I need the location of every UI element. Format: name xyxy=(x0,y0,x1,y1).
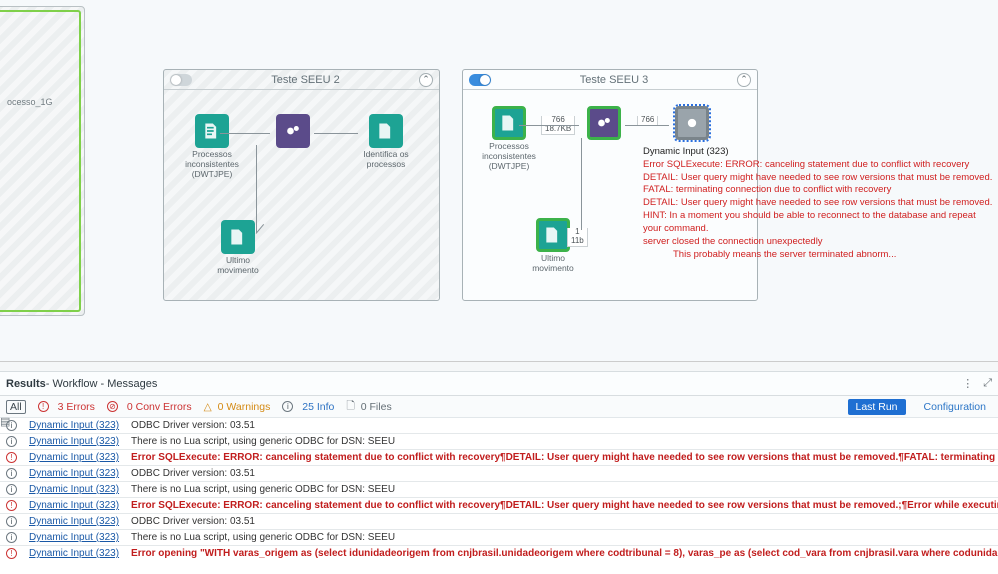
macro-tool-icon[interactable] xyxy=(587,106,621,140)
table-row[interactable]: iDynamic Input (323)There is no Lua scri… xyxy=(0,482,998,498)
results-subtitle: - Workflow - Messages xyxy=(46,378,158,390)
more-options-icon[interactable]: ⋮ xyxy=(962,377,973,390)
results-filter-bar: All ! 3 Errors ⊘ 0 Conv Errors △ 0 Warni… xyxy=(0,396,998,418)
container-toggle[interactable] xyxy=(170,74,192,86)
dynamic-input-tool-icon[interactable] xyxy=(369,114,403,148)
filter-errors[interactable]: ! 3 Errors xyxy=(38,401,95,413)
message-text: Error opening "WITH varas_origem as (sel… xyxy=(125,546,998,561)
message-source-link[interactable]: Dynamic Input (323) xyxy=(23,434,125,450)
tool-label: Ultimo movimento xyxy=(523,254,583,274)
container-collapse-button[interactable]: ⌃ xyxy=(419,73,433,87)
message-text: ODBC Driver version: 03.51 xyxy=(125,466,998,482)
message-source-link[interactable]: Dynamic Input (323) xyxy=(23,530,125,546)
last-run-button[interactable]: Last Run xyxy=(848,399,906,415)
message-text: Error SQLExecute: ERROR: canceling state… xyxy=(125,498,998,514)
message-source-link[interactable]: Dynamic Input (323) xyxy=(23,514,125,530)
filter-files[interactable]: 🗋 0 Files xyxy=(346,398,391,416)
connection-size-label: 111b xyxy=(567,228,588,247)
dynamic-input-running-icon[interactable] xyxy=(675,106,709,140)
tool-label: Processos inconsistentes (DWTJPE) xyxy=(182,150,242,179)
filter-info[interactable]: i 25 Info xyxy=(282,401,334,413)
side-tab-icon[interactable]: ▤ xyxy=(0,415,14,435)
filter-warnings[interactable]: △ 0 Warnings xyxy=(204,401,271,413)
filter-conv-errors[interactable]: ⊘ 0 Conv Errors xyxy=(107,401,192,413)
message-text: Error SQLExecute: ERROR: canceling state… xyxy=(125,450,998,466)
configuration-button[interactable]: Configuration xyxy=(918,399,992,415)
message-text: There is no Lua script, using generic OD… xyxy=(125,434,998,450)
dynamic-input-tool-icon[interactable] xyxy=(492,106,526,140)
container-teste-seeu-2[interactable]: Teste SEEU 2 ⌃ Processos inconsistentes … xyxy=(163,69,440,301)
table-row[interactable]: iDynamic Input (323)ODBC Driver version:… xyxy=(0,514,998,530)
info-icon: i xyxy=(0,434,23,450)
container-header: Teste SEEU 3 ⌃ xyxy=(463,70,757,90)
info-icon: i xyxy=(0,514,23,530)
table-row[interactable]: !Dynamic Input (323)Error SQLExecute: ER… xyxy=(0,498,998,514)
container-toggle[interactable] xyxy=(469,74,491,86)
tool-label: Ultimo movimento xyxy=(208,256,268,276)
dynamic-input-tool-icon[interactable] xyxy=(221,220,255,254)
expand-icon[interactable]: ⤢ xyxy=(983,377,992,390)
table-row[interactable]: iDynamic Input (323)ODBC Driver version:… xyxy=(0,466,998,482)
info-icon: i xyxy=(0,482,23,498)
message-source-link[interactable]: Dynamic Input (323) xyxy=(23,466,125,482)
message-text: ODBC Driver version: 03.51 xyxy=(125,418,998,434)
table-row[interactable]: iDynamic Input (323)There is no Lua scri… xyxy=(0,530,998,546)
table-row[interactable]: iDynamic Input (323)There is no Lua scri… xyxy=(0,434,998,450)
filter-all[interactable]: All xyxy=(6,400,26,414)
container-header: Teste SEEU 2 ⌃ xyxy=(164,70,439,90)
macro-tool-icon[interactable] xyxy=(276,114,310,148)
tool-label: Processos inconsistentes (DWTJPE) xyxy=(479,142,539,171)
container-collapse-button[interactable]: ⌃ xyxy=(737,73,751,87)
error-icon: ! xyxy=(0,546,23,561)
message-source-link[interactable]: Dynamic Input (323) xyxy=(23,450,125,466)
container-truncated-disabled[interactable]: ocesso_1G xyxy=(0,6,85,316)
tool-label: Identifica os processos xyxy=(356,150,416,170)
message-text: There is no Lua script, using generic OD… xyxy=(125,530,998,546)
info-icon: i xyxy=(0,466,23,482)
error-icon: ! xyxy=(0,498,23,514)
message-text: ODBC Driver version: 03.51 xyxy=(125,514,998,530)
table-row[interactable]: !Dynamic Input (323)Error SQLExecute: ER… xyxy=(0,450,998,466)
table-row[interactable]: iDynamic Input (323)ODBC Driver version:… xyxy=(0,418,998,434)
message-source-link[interactable]: Dynamic Input (323) xyxy=(23,418,125,434)
dynamic-input-tool-icon[interactable] xyxy=(195,114,229,148)
info-icon: i xyxy=(0,530,23,546)
message-source-link[interactable]: Dynamic Input (323) xyxy=(23,498,125,514)
results-title: Results xyxy=(6,378,46,390)
table-row[interactable]: !Dynamic Input (323)Error opening "WITH … xyxy=(0,546,998,561)
container-title-label: Teste SEEU 2 xyxy=(192,74,419,86)
container-teste-seeu-3[interactable]: Teste SEEU 3 ⌃ Processos inconsistentes … xyxy=(462,69,758,301)
results-panel-header: Results - Workflow - Messages ⋮ ⤢ xyxy=(0,372,998,396)
error-icon: ! xyxy=(0,450,23,466)
results-grid[interactable]: iDynamic Input (323)ODBC Driver version:… xyxy=(0,418,998,560)
message-source-link[interactable]: Dynamic Input (323) xyxy=(23,546,125,561)
container-truncated-label: ocesso_1G xyxy=(7,97,53,107)
dynamic-input-tool-icon[interactable] xyxy=(536,218,570,252)
message-text: There is no Lua script, using generic OD… xyxy=(125,482,998,498)
container-title-label: Teste SEEU 3 xyxy=(491,74,737,86)
workflow-canvas[interactable]: ocesso_1G Teste SEEU 2 ⌃ Processos incon… xyxy=(0,0,998,362)
message-source-link[interactable]: Dynamic Input (323) xyxy=(23,482,125,498)
panel-splitter[interactable] xyxy=(0,362,998,372)
